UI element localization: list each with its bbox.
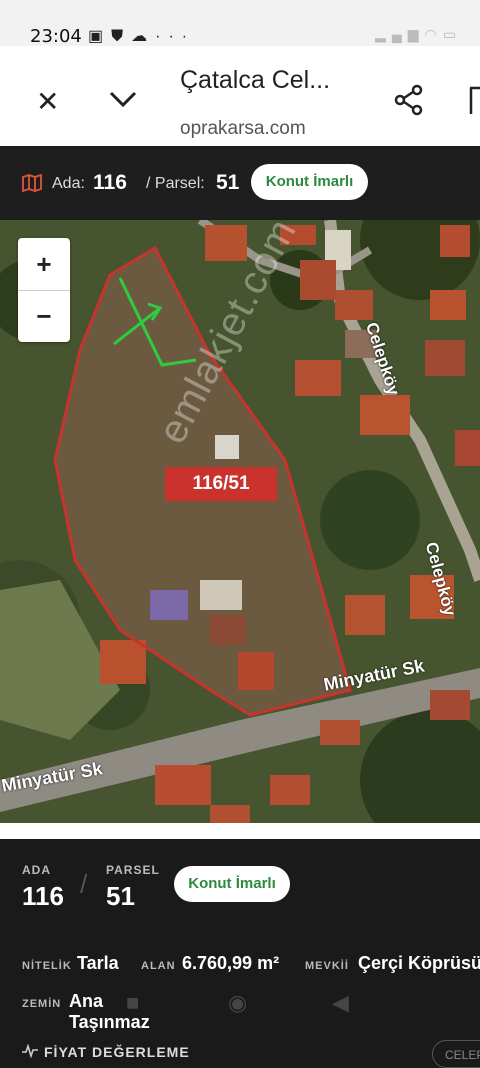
- parsel-label: PARSEL: [106, 863, 160, 877]
- status-bar: 23:04 ▣⛊☁··· ▂▄▆◠▭: [0, 0, 480, 47]
- map-icon: [22, 173, 42, 193]
- location-chip[interactable]: CELEP: [432, 1040, 480, 1068]
- shield-icon: ⛊: [111, 28, 132, 45]
- share-icon[interactable]: [394, 84, 424, 121]
- recent-apps-icon: ■: [126, 990, 140, 1015]
- cloud-icon: ☁: [131, 28, 156, 45]
- status-time: 23:04: [30, 26, 82, 47]
- nitelik-label: NİTELİK: [22, 960, 72, 972]
- ada-value: 116: [22, 881, 64, 911]
- zoom-control: + −: [18, 238, 70, 342]
- section-divider: [0, 823, 480, 839]
- alan-value: 6.760,99 m²: [182, 953, 280, 973]
- price-valuation-link[interactable]: FİYAT DEĞERLEME: [44, 1044, 190, 1060]
- status-icons: ▣⛊☁···: [88, 26, 195, 46]
- parcel-map-label[interactable]: 116/51: [165, 467, 277, 501]
- home-icon: ◉: [228, 990, 248, 1015]
- zoning-badge: Konut İmarlı: [251, 164, 368, 200]
- wifi-icon: ◠: [424, 26, 443, 42]
- package-icon: ▣: [88, 28, 112, 45]
- page-url[interactable]: oprakarsa.com: [180, 118, 306, 140]
- parcel-info-panel: ADA 116 / PARSEL 51 Konut İmarlı NİTELİK…: [0, 839, 480, 1067]
- ada-label: ADA: [22, 863, 51, 877]
- separator: /: [80, 869, 88, 899]
- zemin-label: ZEMİN: [22, 998, 62, 1010]
- pulse-icon: [22, 1043, 38, 1062]
- mevkii-label: MEVKİİ: [305, 960, 349, 972]
- bookmark-icon[interactable]: [468, 86, 480, 121]
- alan-label: ALAN: [141, 960, 176, 972]
- parsel-label: / Parsel:: [146, 175, 205, 192]
- ada-label: Ada:: [52, 175, 85, 192]
- battery-icon: ▭: [442, 26, 462, 42]
- mevkii-value: Çerçi Köprüsü: [358, 953, 480, 973]
- more-icon: ···: [155, 28, 196, 45]
- nitelik-value: Tarla: [77, 953, 119, 973]
- parsel-value: 51: [106, 881, 135, 911]
- zoom-in-button[interactable]: +: [18, 238, 70, 291]
- chevron-down-icon[interactable]: [108, 86, 138, 114]
- signal-icon: ▂▄▆: [375, 26, 425, 42]
- browser-toolbar: ✕ Çatalca Cel... oprakarsa.com: [0, 46, 480, 146]
- zoom-out-button[interactable]: −: [18, 290, 70, 342]
- page-title: Çatalca Cel...: [180, 66, 331, 94]
- back-icon: ◀: [332, 990, 349, 1015]
- parsel-value: 51: [216, 171, 240, 194]
- close-icon[interactable]: ✕: [36, 88, 59, 116]
- ada-value: 116: [93, 171, 127, 194]
- system-icons: ▂▄▆◠▭: [375, 26, 462, 43]
- zoning-badge: Konut İmarlı: [174, 866, 290, 902]
- satellite-map[interactable]: + − emlakjet.com 116/51 Minyatür Sk Miny…: [0, 220, 480, 823]
- parcel-header: Ada: 116 / Parsel: 51 Konut İmarlı: [0, 146, 480, 220]
